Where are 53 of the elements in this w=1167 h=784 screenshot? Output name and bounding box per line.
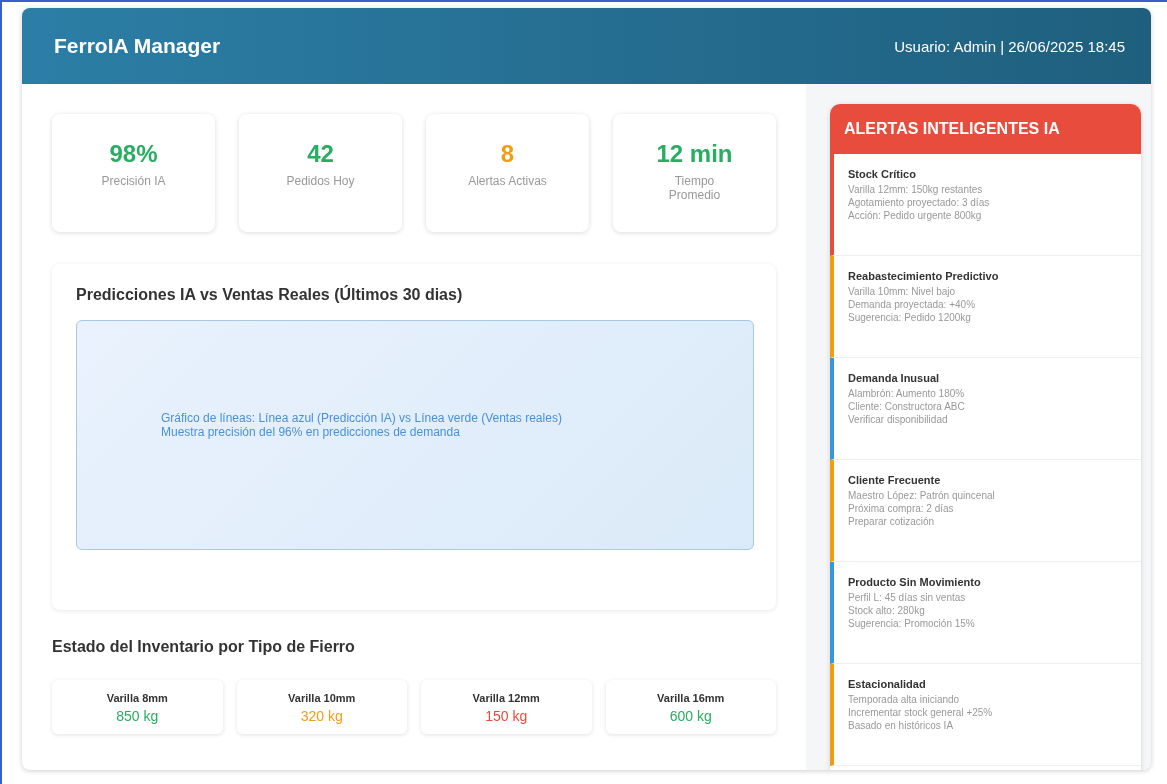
stat-value: 98% [109, 140, 158, 168]
stat-label: Alertas Activas [468, 174, 547, 188]
app-title: FerroIA Manager [54, 34, 221, 58]
alert-detail: Basado en históricos IA [848, 720, 955, 731]
alert-detail: Alambrón: Aumento 180% [848, 388, 966, 399]
alert-detail: Sugerencia: Promoción 15% [848, 618, 976, 629]
alert-detail: Demanda proyectada: +40% [848, 299, 977, 310]
alert-title: Demanda Inusual [848, 372, 941, 384]
alert-title: Producto Sin Movimiento [848, 576, 982, 588]
alert-detail: Stock alto: 280kg [848, 605, 926, 616]
section-title: Predicciones IA vs Ventas Reales (Últimos 30 dias) [76, 286, 464, 304]
stat-label: Pedidos Hoy [286, 174, 355, 188]
user-info: Usuario: Admin | 26/06/2025 18:45 [894, 37, 1125, 55]
stock-amount: 600 kg [669, 708, 712, 724]
alert-detail: Preparar cotización [848, 516, 936, 527]
alert-item[interactable]: Demanda Inusual Alambrón: Aumento 180% Cliente: Constructora ABC Verificar disponibilidad [830, 358, 1141, 460]
alert-detail: Perfil L: 45 días sin ventas [848, 592, 967, 603]
product-name: Varilla 12mm [472, 692, 540, 704]
alert-title: Cliente Frecuente [848, 474, 942, 486]
alert-detail: Incrementar stock general +25% [848, 707, 994, 718]
stat-value: 8 [500, 140, 515, 168]
alert-item[interactable]: Cliente Frecuente Maestro López: Patrón quincenal Próxima compra: 2 días Preparar cotización [830, 460, 1141, 562]
placeholder-text: Gráfico de líneas: Línea azul (Predicción IA) vs Línea verde (Ventas reales) [161, 411, 562, 425]
placeholder-text: Muestra precisión del 96% en predicciones de demanda [161, 425, 461, 439]
product-name: Varilla 16mm [657, 692, 725, 704]
alert-item[interactable]: Stock Crítico Varilla 12mm: 150kg restantes Agotamiento proyectado: 3 días Acción: Pedido urgente 800kg [830, 154, 1141, 256]
alert-item[interactable]: Producto Sin Movimiento Perfil L: 45 días sin ventas Stock alto: 280kg Sugerencia: Promoción 15% [830, 562, 1141, 664]
alert-detail: Agotamiento proyectado: 3 días [848, 197, 991, 208]
stock-amount: 150 kg [485, 708, 528, 724]
alert-detail: Sugerencia: Pedido 1200kg [848, 312, 972, 323]
alert-detail: Varilla 10mm: Nivel bajo [848, 286, 957, 297]
stat-label: Tiempo Promedio [667, 174, 722, 202]
alert-detail: Maestro López: Patrón quincenal [848, 490, 996, 501]
alert-item[interactable]: Reabastecimiento Predictivo Varilla 10mm: Nivel bajo Demanda proyectada: +40% Sugerencia: Pedido 1200kg [830, 256, 1141, 358]
product-name: Varilla 10mm [288, 692, 356, 704]
stat-value: 42 [307, 140, 334, 168]
alert-title: Stock Crítico [848, 168, 917, 180]
stock-amount: 320 kg [300, 708, 343, 724]
alert-title: Reabastecimiento Predictivo [848, 270, 1000, 282]
alert-detail: Próxima compra: 2 días [848, 503, 955, 514]
alerts-title: ALERTAS INTELIGENTES IA [844, 120, 1060, 137]
alert-detail: Temporada alta iniciando [848, 694, 961, 705]
alert-detail: Cliente: Constructora ABC [848, 401, 966, 412]
alert-detail: Verificar disponibilidad [848, 414, 949, 425]
stock-amount: 850 kg [116, 708, 159, 724]
alert-detail: Acción: Pedido urgente 800kg [848, 210, 983, 221]
alert-title: Estacionalidad [848, 678, 927, 690]
stat-value: 12 min [656, 140, 733, 168]
section-title: Estado del Inventario por Tipo de Fierro [52, 638, 356, 656]
alert-item[interactable]: Estacionalidad Temporada alta iniciando Incrementar stock general +25% Basado en históricos IA [830, 664, 1141, 766]
alert-detail: Varilla 12mm: 150kg restantes [848, 184, 984, 195]
stat-label: Precisión IA [101, 174, 166, 188]
product-name: Varilla 8mm [106, 692, 168, 704]
